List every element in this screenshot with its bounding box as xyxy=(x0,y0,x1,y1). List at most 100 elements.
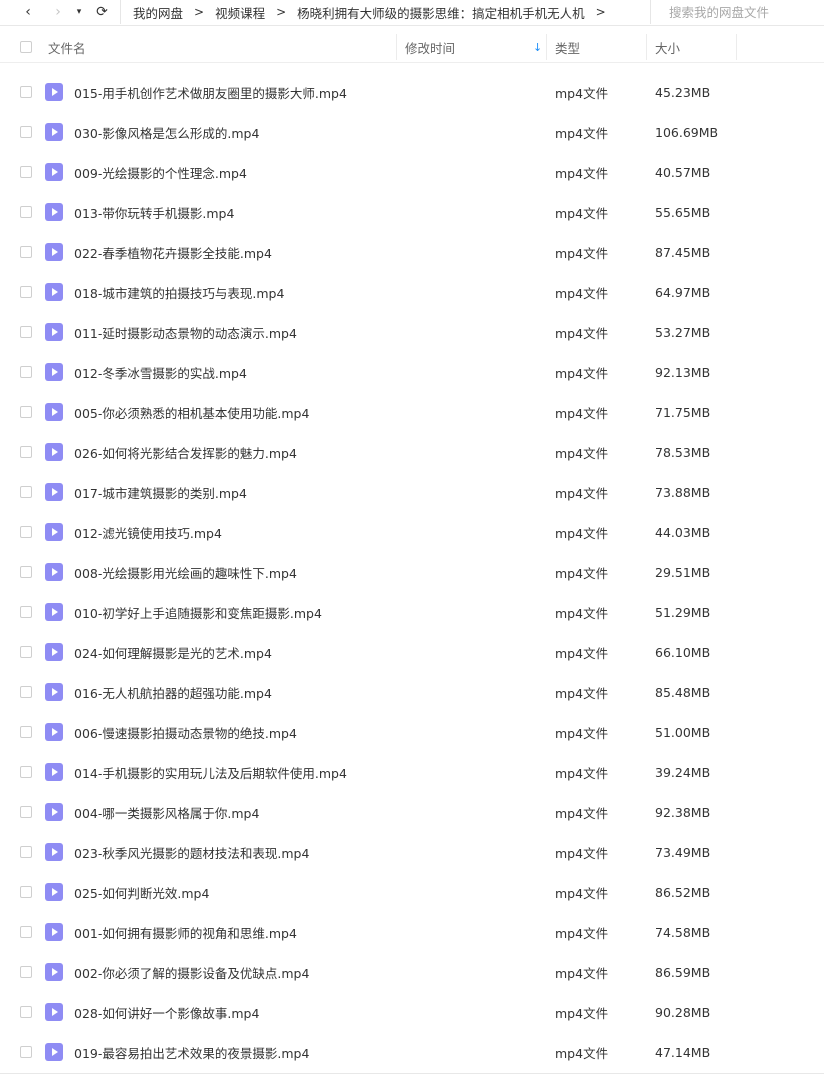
row-checkbox[interactable] xyxy=(20,592,32,632)
back-arrow-icon[interactable]: ‹ xyxy=(18,2,38,22)
row-checkbox[interactable] xyxy=(20,312,32,352)
column-divider[interactable] xyxy=(546,34,547,60)
column-header-size[interactable]: 大小 xyxy=(655,32,680,62)
row-checkbox[interactable] xyxy=(20,432,32,472)
file-row[interactable]: 023-秋季风光摄影的题材技法和表现.mp4 mp4文件 73.49MB xyxy=(0,832,824,872)
column-header-name[interactable]: 文件名 xyxy=(48,32,86,62)
row-checkbox[interactable] xyxy=(20,712,32,752)
file-row[interactable]: 017-城市建筑摄影的类别.mp4 mp4文件 73.88MB xyxy=(0,472,824,512)
file-row[interactable]: 015-用手机创作艺术做朋友圈里的摄影大师.mp4 mp4文件 45.23MB xyxy=(0,72,824,112)
row-checkbox[interactable] xyxy=(20,112,32,152)
file-row[interactable]: 012-滤光镜使用技巧.mp4 mp4文件 44.03MB xyxy=(0,512,824,552)
row-checkbox[interactable] xyxy=(20,912,32,952)
file-name[interactable]: 004-哪一类摄影风格属于你.mp4 xyxy=(74,792,259,832)
row-checkbox[interactable] xyxy=(20,352,32,392)
file-row[interactable]: 011-延时摄影动态景物的动态演示.mp4 mp4文件 53.27MB xyxy=(0,312,824,352)
file-name[interactable]: 017-城市建筑摄影的类别.mp4 xyxy=(74,472,247,512)
forward-arrow-icon[interactable]: › xyxy=(48,2,68,22)
file-row[interactable]: 028-如何讲好一个影像故事.mp4 mp4文件 90.28MB xyxy=(0,992,824,1032)
file-row[interactable]: 016-无人机航拍器的超强功能.mp4 mp4文件 85.48MB xyxy=(0,672,824,712)
file-name[interactable]: 011-延时摄影动态景物的动态演示.mp4 xyxy=(74,312,297,352)
video-file-icon xyxy=(45,792,63,832)
file-name[interactable]: 022-春季植物花卉摄影全技能.mp4 xyxy=(74,232,272,272)
column-header-modified[interactable]: 修改时间 xyxy=(405,32,455,62)
file-row[interactable]: 030-影像风格是怎么形成的.mp4 mp4文件 106.69MB xyxy=(0,112,824,152)
select-all-checkbox[interactable] xyxy=(20,32,32,62)
breadcrumb-item-current-folder[interactable]: 杨晓利拥有大师级的摄影思维：搞定相机手机无人机 xyxy=(297,3,585,22)
file-name[interactable]: 005-你必须熟悉的相机基本使用功能.mp4 xyxy=(74,392,309,432)
row-checkbox[interactable] xyxy=(20,392,32,432)
file-name[interactable]: 006-慢速摄影拍摄动态景物的绝技.mp4 xyxy=(74,712,297,752)
row-checkbox[interactable] xyxy=(20,752,32,792)
breadcrumb-item-my-netdisk[interactable]: 我的网盘 xyxy=(133,3,183,22)
file-row[interactable]: 018-城市建筑的拍摄技巧与表现.mp4 mp4文件 64.97MB xyxy=(0,272,824,312)
file-row[interactable]: 008-光绘摄影用光绘画的趣味性下.mp4 mp4文件 29.51MB xyxy=(0,552,824,592)
file-type: mp4文件 xyxy=(555,925,609,941)
file-type: mp4文件 xyxy=(555,725,609,741)
file-name[interactable]: 012-滤光镜使用技巧.mp4 xyxy=(74,512,222,552)
file-type: mp4文件 xyxy=(555,765,609,781)
column-header-type[interactable]: 类型 xyxy=(555,32,580,62)
row-checkbox[interactable] xyxy=(20,152,32,192)
file-name[interactable]: 028-如何讲好一个影像故事.mp4 xyxy=(74,992,259,1032)
row-checkbox[interactable] xyxy=(20,72,32,112)
file-name[interactable]: 018-城市建筑的拍摄技巧与表现.mp4 xyxy=(74,272,284,312)
file-name[interactable]: 010-初学好上手追随摄影和变焦距摄影.mp4 xyxy=(74,592,322,632)
file-name[interactable]: 026-如何将光影结合发挥影的魅力.mp4 xyxy=(74,432,297,472)
file-row[interactable]: 014-手机摄影的实用玩儿法及后期软件使用.mp4 mp4文件 39.24MB xyxy=(0,752,824,792)
row-checkbox[interactable] xyxy=(20,232,32,272)
column-divider[interactable] xyxy=(396,34,397,60)
file-name[interactable]: 008-光绘摄影用光绘画的趣味性下.mp4 xyxy=(74,552,297,592)
file-row[interactable]: 001-如何拥有摄影师的视角和思维.mp4 mp4文件 74.58MB xyxy=(0,912,824,952)
row-checkbox[interactable] xyxy=(20,512,32,552)
file-row[interactable]: 002-你必须了解的摄影设备及优缺点.mp4 mp4文件 86.59MB xyxy=(0,952,824,992)
row-checkbox[interactable] xyxy=(20,1032,32,1072)
row-checkbox[interactable] xyxy=(20,272,32,312)
file-row[interactable]: 009-光绘摄影的个性理念.mp4 mp4文件 40.57MB xyxy=(0,152,824,192)
row-checkbox[interactable] xyxy=(20,792,32,832)
file-name[interactable]: 012-冬季冰雪摄影的实战.mp4 xyxy=(74,352,247,392)
table-header: 文件名 修改时间 ↓ 类型 大小 xyxy=(0,32,824,62)
file-row[interactable]: 024-如何理解摄影是光的艺术.mp4 mp4文件 66.10MB xyxy=(0,632,824,672)
row-checkbox[interactable] xyxy=(20,672,32,712)
row-checkbox[interactable] xyxy=(20,472,32,512)
column-divider[interactable] xyxy=(646,34,647,60)
file-row[interactable]: 025-如何判断光效.mp4 mp4文件 86.52MB xyxy=(0,872,824,912)
file-row[interactable]: 013-带你玩转手机摄影.mp4 mp4文件 55.65MB xyxy=(0,192,824,232)
sort-down-icon[interactable]: ↓ xyxy=(533,32,542,62)
row-checkbox[interactable] xyxy=(20,632,32,672)
file-row[interactable]: 005-你必须熟悉的相机基本使用功能.mp4 mp4文件 71.75MB xyxy=(0,392,824,432)
file-row[interactable]: 010-初学好上手追随摄影和变焦距摄影.mp4 mp4文件 51.29MB xyxy=(0,592,824,632)
file-name[interactable]: 001-如何拥有摄影师的视角和思维.mp4 xyxy=(74,912,297,952)
file-row[interactable]: 006-慢速摄影拍摄动态景物的绝技.mp4 mp4文件 51.00MB xyxy=(0,712,824,752)
file-name[interactable]: 015-用手机创作艺术做朋友圈里的摄影大师.mp4 xyxy=(74,72,347,112)
video-file-icon xyxy=(45,832,63,872)
file-name[interactable]: 009-光绘摄影的个性理念.mp4 xyxy=(74,152,247,192)
row-checkbox[interactable] xyxy=(20,992,32,1032)
file-name[interactable]: 016-无人机航拍器的超强功能.mp4 xyxy=(74,672,272,712)
refresh-icon[interactable]: ⟳ xyxy=(92,2,112,22)
file-row[interactable]: 012-冬季冰雪摄影的实战.mp4 mp4文件 92.13MB xyxy=(0,352,824,392)
search-input[interactable] xyxy=(667,3,821,21)
file-name[interactable]: 013-带你玩转手机摄影.mp4 xyxy=(74,192,234,232)
row-checkbox[interactable] xyxy=(20,872,32,912)
file-name[interactable]: 014-手机摄影的实用玩儿法及后期软件使用.mp4 xyxy=(74,752,347,792)
file-name[interactable]: 023-秋季风光摄影的题材技法和表现.mp4 xyxy=(74,832,309,872)
history-dropdown-icon[interactable]: ▾ xyxy=(72,2,86,22)
file-name[interactable]: 025-如何判断光效.mp4 xyxy=(74,872,209,912)
row-checkbox[interactable] xyxy=(20,552,32,592)
row-checkbox[interactable] xyxy=(20,192,32,232)
row-checkbox[interactable] xyxy=(20,832,32,872)
file-name[interactable]: 030-影像风格是怎么形成的.mp4 xyxy=(74,112,259,152)
file-name[interactable]: 002-你必须了解的摄影设备及优缺点.mp4 xyxy=(74,952,309,992)
file-name[interactable]: 024-如何理解摄影是光的艺术.mp4 xyxy=(74,632,272,672)
file-row[interactable]: 004-哪一类摄影风格属于你.mp4 mp4文件 92.38MB xyxy=(0,792,824,832)
row-checkbox[interactable] xyxy=(20,952,32,992)
video-file-icon xyxy=(45,272,63,312)
file-row[interactable]: 022-春季植物花卉摄影全技能.mp4 mp4文件 87.45MB xyxy=(0,232,824,272)
column-divider[interactable] xyxy=(736,34,737,60)
file-name[interactable]: 019-最容易拍出艺术效果的夜景摄影.mp4 xyxy=(74,1032,309,1072)
file-row[interactable]: 026-如何将光影结合发挥影的魅力.mp4 mp4文件 78.53MB xyxy=(0,432,824,472)
file-row[interactable]: 019-最容易拍出艺术效果的夜景摄影.mp4 mp4文件 47.14MB xyxy=(0,1032,824,1072)
breadcrumb-item-video-courses[interactable]: 视频课程 xyxy=(215,3,265,22)
